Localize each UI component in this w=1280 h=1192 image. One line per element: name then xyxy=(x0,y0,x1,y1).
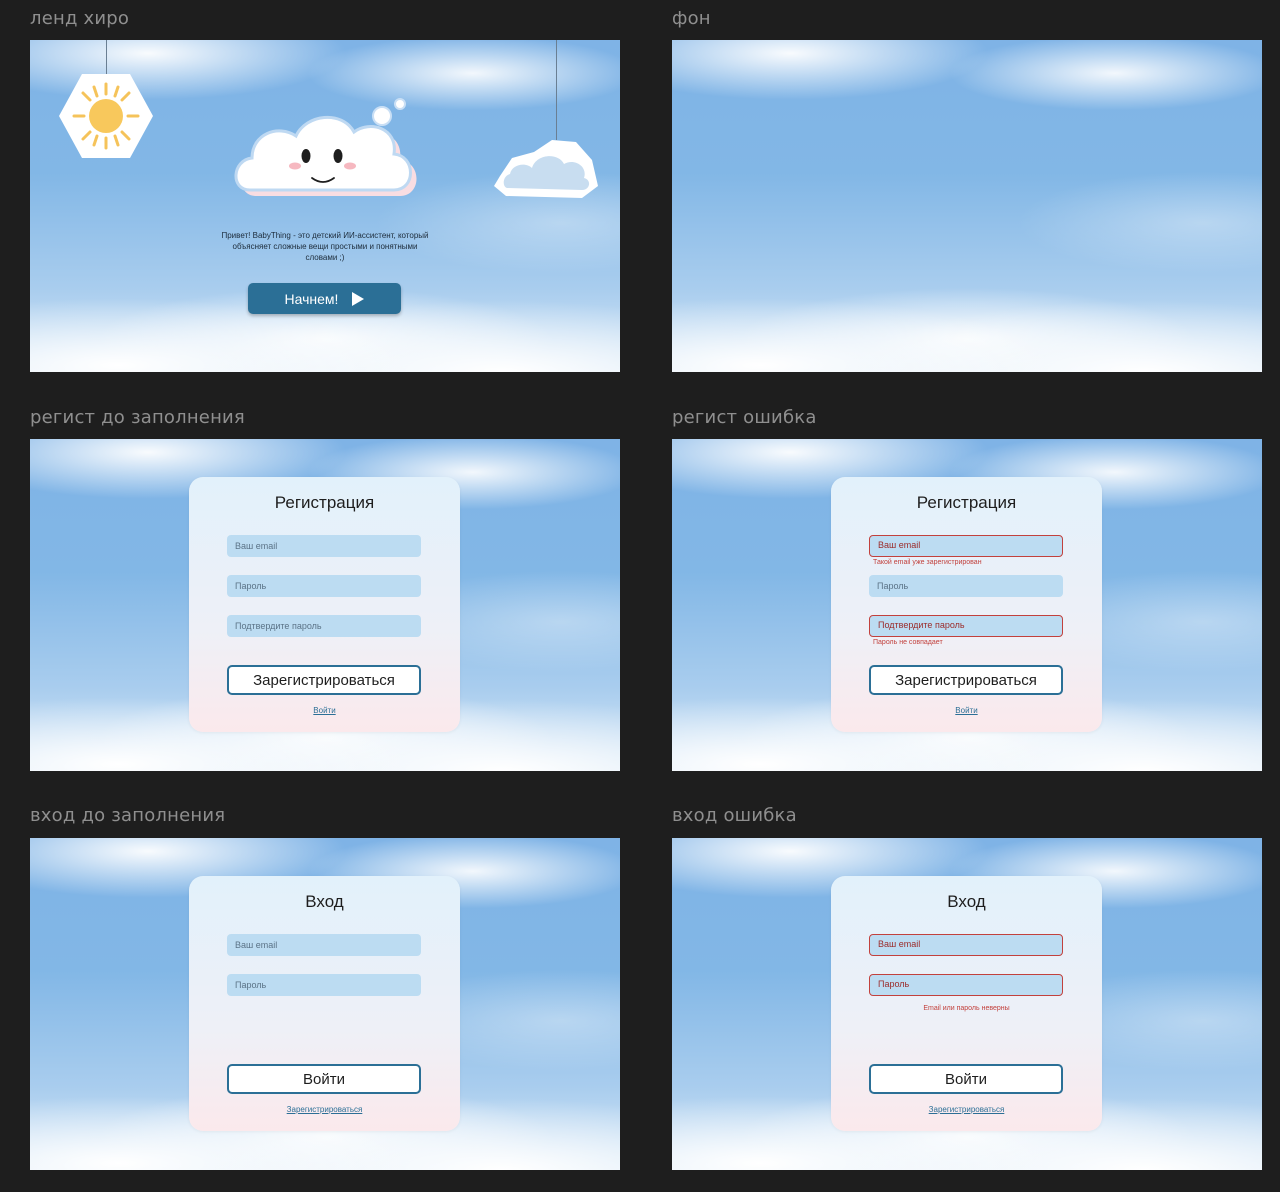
email-field[interactable]: Ваш email xyxy=(869,535,1063,557)
play-arrow-icon xyxy=(352,291,365,306)
paper-cloud-icon xyxy=(492,136,602,202)
frame-hero: Привет! BabyThing - это детский ИИ-ассис… xyxy=(30,40,620,372)
login-link[interactable]: Войти xyxy=(831,706,1102,715)
register-card: Регистрация Ваш email Такой email уже за… xyxy=(831,477,1102,732)
start-button-label: Начнем! xyxy=(284,290,339,307)
confirm-password-field[interactable]: Подтвердите пароль xyxy=(869,615,1063,637)
frame-label-login-error: вход ошибка xyxy=(672,805,797,826)
register-button[interactable]: Зарегистрироваться xyxy=(227,665,421,695)
sun-string xyxy=(106,40,107,76)
frame-register-error: Регистрация Ваш email Такой email уже за… xyxy=(672,439,1262,771)
password-field[interactable]: Пароль xyxy=(869,974,1063,996)
password-field[interactable]: Пароль xyxy=(869,575,1063,597)
confirm-password-field[interactable]: Подтвердите пароль xyxy=(227,615,421,637)
login-button[interactable]: Войти xyxy=(869,1064,1063,1094)
card-title: Вход xyxy=(947,892,986,911)
frame-login-error: Вход Ваш email Пароль Email или пароль н… xyxy=(672,838,1262,1170)
register-link[interactable]: Зарегистрироваться xyxy=(189,1105,460,1114)
login-card: Вход Ваш email Пароль Email или пароль н… xyxy=(831,876,1102,1131)
paper-cloud-string xyxy=(556,40,557,140)
frame-register-empty: Регистрация Ваш email Пароль Подтвердите… xyxy=(30,439,620,771)
start-button[interactable]: Начнем! xyxy=(248,283,401,314)
login-error-message: Email или пароль неверны xyxy=(923,1005,1010,1012)
email-error-message: Такой email уже зарегистрирован xyxy=(873,559,982,566)
frame-label-hero: ленд хиро xyxy=(30,8,130,29)
confirm-error-message: Пароль не совпадает xyxy=(873,639,943,646)
email-field[interactable]: Ваш email xyxy=(869,934,1063,956)
register-link[interactable]: Зарегистрироваться xyxy=(831,1105,1102,1114)
card-title: Регистрация xyxy=(916,493,1017,512)
card-title: Регистрация xyxy=(274,493,375,512)
frame-label-login-empty: вход до заполнения xyxy=(30,805,226,826)
frame-background xyxy=(672,40,1262,372)
password-field[interactable]: Пароль xyxy=(227,974,421,996)
card-title: Вход xyxy=(305,892,344,911)
frame-login-empty: Вход Ваш email Пароль Войти Зарегистриро… xyxy=(30,838,620,1170)
password-field[interactable]: Пароль xyxy=(227,575,421,597)
register-button[interactable]: Зарегистрироваться xyxy=(869,665,1063,695)
login-link[interactable]: Войти xyxy=(189,706,460,715)
frame-label-register-empty: регист до заполнения xyxy=(30,407,245,428)
frame-label-background: фон xyxy=(672,8,711,29)
cloud-character xyxy=(230,98,420,218)
register-card: Регистрация Ваш email Пароль Подтвердите… xyxy=(189,477,460,732)
hero-description: Привет! BabyThing - это детский ИИ-ассис… xyxy=(221,231,429,262)
frame-label-register-error: регист ошибка xyxy=(672,407,817,428)
login-card: Вход Ваш email Пароль Войти Зарегистриро… xyxy=(189,876,460,1131)
login-button[interactable]: Войти xyxy=(227,1064,421,1094)
email-field[interactable]: Ваш email xyxy=(227,934,421,956)
email-field[interactable]: Ваш email xyxy=(227,535,421,557)
sun-icon xyxy=(58,72,154,160)
